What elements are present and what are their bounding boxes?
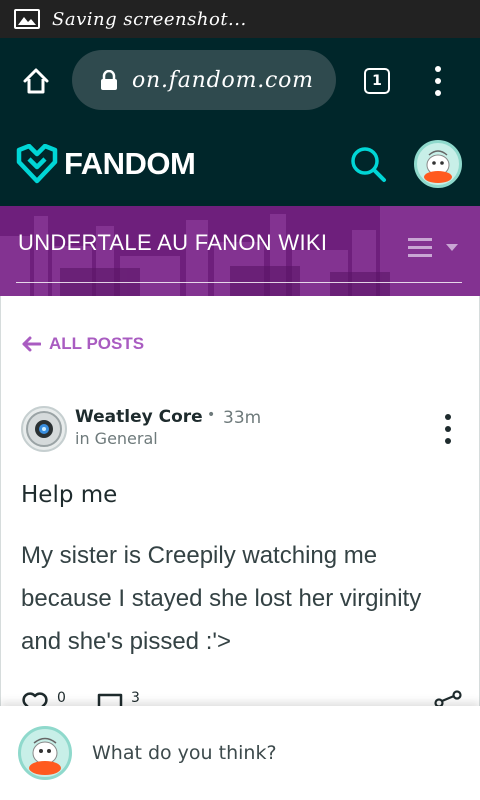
reply-count: 3	[131, 690, 140, 706]
fandom-heart-logo-icon	[16, 144, 58, 184]
fandom-logo[interactable]: FANDOM	[16, 144, 196, 184]
search-icon	[351, 147, 386, 182]
post-menu-icon[interactable]	[441, 414, 455, 444]
status-text: Saving screenshot...	[52, 8, 247, 30]
overflow-menu-icon[interactable]	[428, 66, 448, 96]
lock-icon	[100, 69, 118, 90]
tabs-button[interactable]: 1	[364, 68, 390, 94]
browser-toolbar: on.fandom.com 1	[0, 38, 480, 124]
wiki-title[interactable]: UNDERTALE AU FANON WIKI	[18, 230, 327, 256]
wiki-banner: UNDERTALE AU FANON WIKI	[0, 206, 480, 296]
reply-bar	[0, 706, 480, 800]
image-icon	[14, 9, 40, 29]
all-posts-link[interactable]: ALL POSTS	[21, 334, 144, 354]
all-posts-label: ALL POSTS	[49, 334, 145, 353]
fandom-header: FANDOM	[0, 124, 480, 206]
back-arrow-icon	[22, 336, 41, 352]
tab-count: 1	[372, 73, 382, 89]
post-title: Help me	[21, 482, 118, 508]
user-avatar[interactable]	[414, 140, 462, 188]
post-body: My sister is Creepily watching me becaus…	[21, 542, 422, 655]
home-icon	[23, 68, 49, 94]
post-category[interactable]: in General	[75, 429, 158, 448]
banner-divider	[16, 282, 462, 283]
reply-user-avatar	[18, 726, 72, 780]
like-count: 0	[57, 690, 66, 706]
fandom-wordmark: FANDOM	[64, 146, 196, 181]
home-button[interactable]	[16, 61, 56, 101]
search-button[interactable]	[348, 144, 388, 184]
post-timestamp: 33m	[223, 408, 262, 428]
reply-input[interactable]	[92, 736, 452, 770]
status-bar: Saving screenshot...	[0, 0, 480, 38]
wiki-menu-icon[interactable]	[406, 236, 462, 260]
author-name[interactable]: Weatley Core	[75, 407, 203, 427]
url-text: on.fandom.com	[132, 67, 314, 93]
post-content: ALL POSTS Weatley Core • 33m in General …	[0, 296, 480, 716]
author-avatar[interactable]	[21, 406, 67, 452]
address-bar[interactable]: on.fandom.com	[72, 50, 336, 110]
meta-separator: •	[207, 407, 216, 423]
